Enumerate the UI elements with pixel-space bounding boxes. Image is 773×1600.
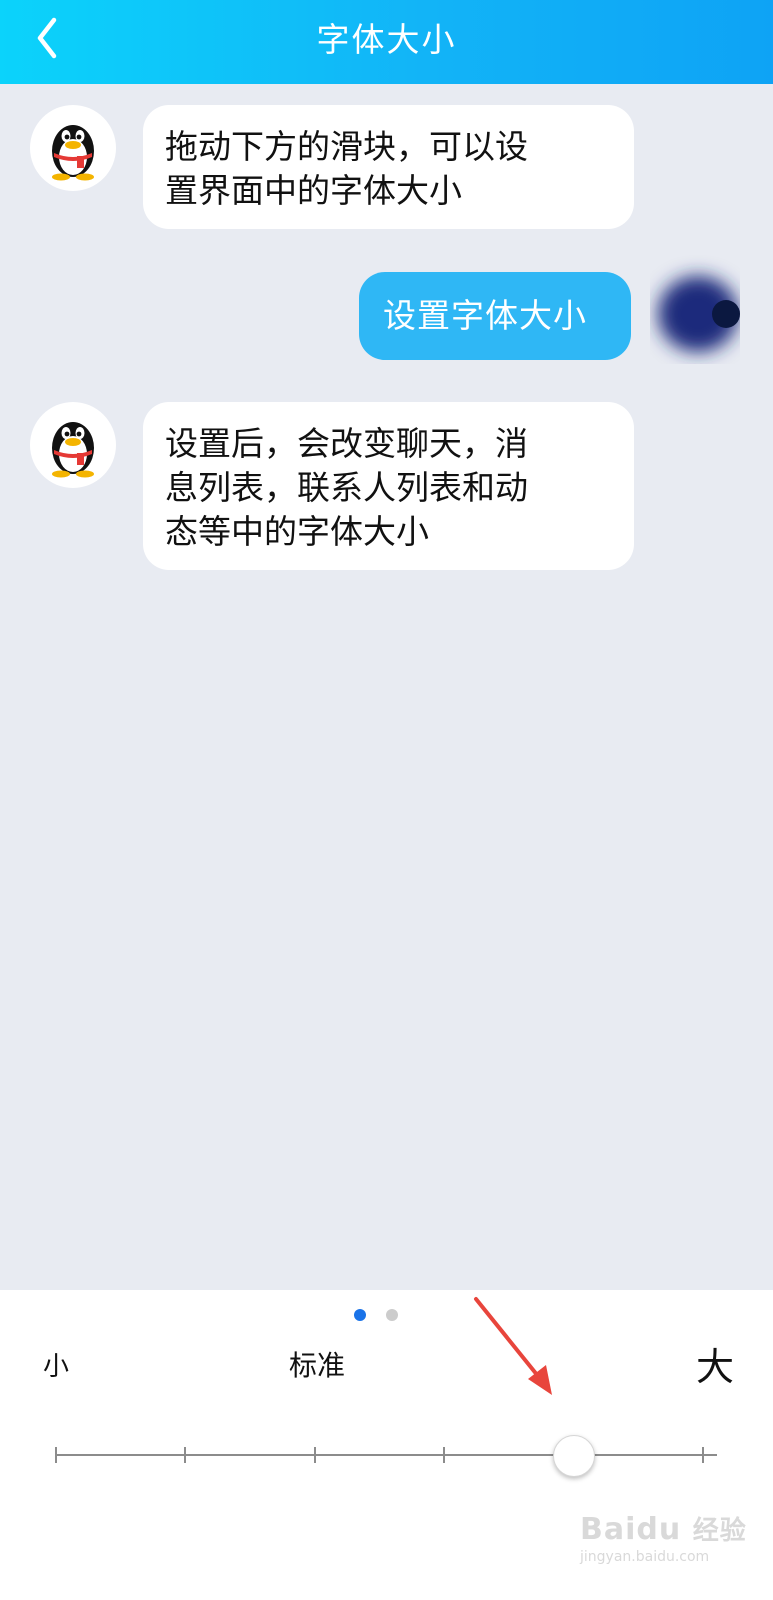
slider-tick[interactable] <box>443 1447 445 1463</box>
message-text-line: 拖动下方的滑块，可以设 <box>165 127 528 166</box>
font-size-slider[interactable] <box>55 1435 717 1477</box>
title-bar: 字体大小 <box>0 0 773 84</box>
slider-thumb[interactable] <box>553 1435 595 1477</box>
user-avatar <box>650 254 740 364</box>
message-text-line: 态等中的字体大小 <box>165 512 429 551</box>
font-standard-label: 标准 <box>289 1349 346 1382</box>
page-indicator-dot[interactable] <box>386 1309 398 1321</box>
blurred-user-avatar <box>650 254 740 364</box>
font-large-label: 大 <box>696 1345 735 1389</box>
message-text-line: 置界面中的字体大小 <box>165 171 462 210</box>
slider-tick[interactable] <box>184 1447 186 1463</box>
page-title: 字体大小 <box>316 20 457 59</box>
watermark-brand-cn: 经验 <box>692 1516 747 1546</box>
qq-penguin-icon <box>52 422 94 478</box>
message-bubble-incoming: 设置后，会改变聊天，消 息列表，联系人列表和动 态等中的字体大小 <box>143 402 634 570</box>
message-text-line: 设置后，会改变聊天，消 <box>165 424 528 463</box>
slider-tick[interactable] <box>702 1447 704 1463</box>
message-bubble-outgoing: 设置字体大小 <box>359 272 631 360</box>
watermark-brand: Baidu <box>580 1512 682 1547</box>
qq-penguin-avatar <box>30 105 116 191</box>
baidu-jingyan-watermark: Baidu 经验 jingyan.baidu.com <box>580 1510 765 1590</box>
annotation-arrow-icon <box>474 1297 552 1395</box>
message-bubble-incoming: 拖动下方的滑块，可以设 置界面中的字体大小 <box>143 105 634 229</box>
font-small-label: 小 <box>43 1352 70 1382</box>
slider-track[interactable] <box>55 1454 717 1456</box>
slider-tick[interactable] <box>314 1447 316 1463</box>
chat-preview: 拖动下方的滑块，可以设 置界面中的字体大小 设置字体大小 设置后，会改变聊天，消… <box>0 84 773 1290</box>
slider-tick[interactable] <box>55 1447 57 1463</box>
message-text-line: 息列表，联系人列表和动 <box>165 468 528 507</box>
page-indicator-dot-active[interactable] <box>354 1309 366 1321</box>
qq-penguin-avatar <box>30 402 116 488</box>
watermark-url: jingyan.baidu.com <box>580 1549 710 1565</box>
qq-penguin-icon <box>52 125 94 181</box>
message-text-line: 设置字体大小 <box>383 296 587 335</box>
